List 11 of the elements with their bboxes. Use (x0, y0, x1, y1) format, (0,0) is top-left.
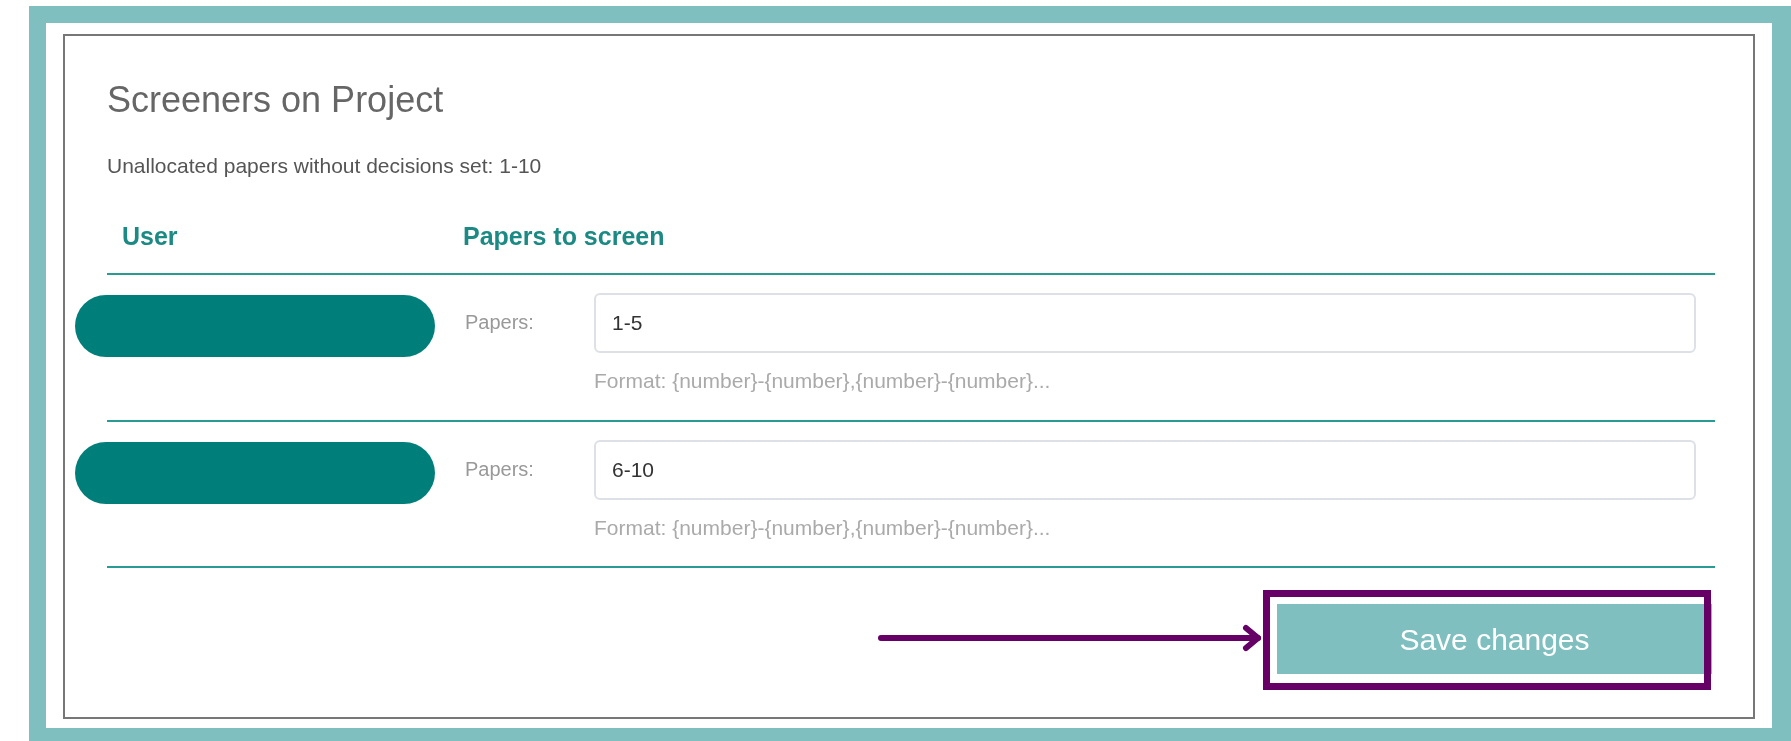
format-hint: Format: {number}-{number},{number}-{number}... (594, 514, 1052, 541)
field-label: Papers: (465, 456, 535, 482)
column-header: User (121, 220, 179, 252)
column-header: Papers to screen (463, 220, 665, 252)
card-title: Screeners on Project (107, 78, 445, 122)
arrow-icon (878, 624, 1263, 652)
papers-input[interactable]: 1-5 (594, 293, 1696, 353)
field-label: Papers: (465, 310, 535, 335)
format-hint: Format: {number}-{number},{number}-{number}... (594, 368, 1052, 394)
subtitle: Unallocated papers without decisions set: 1-10 (107, 153, 543, 179)
papers-input[interactable]: 6-10 (594, 439, 1696, 500)
